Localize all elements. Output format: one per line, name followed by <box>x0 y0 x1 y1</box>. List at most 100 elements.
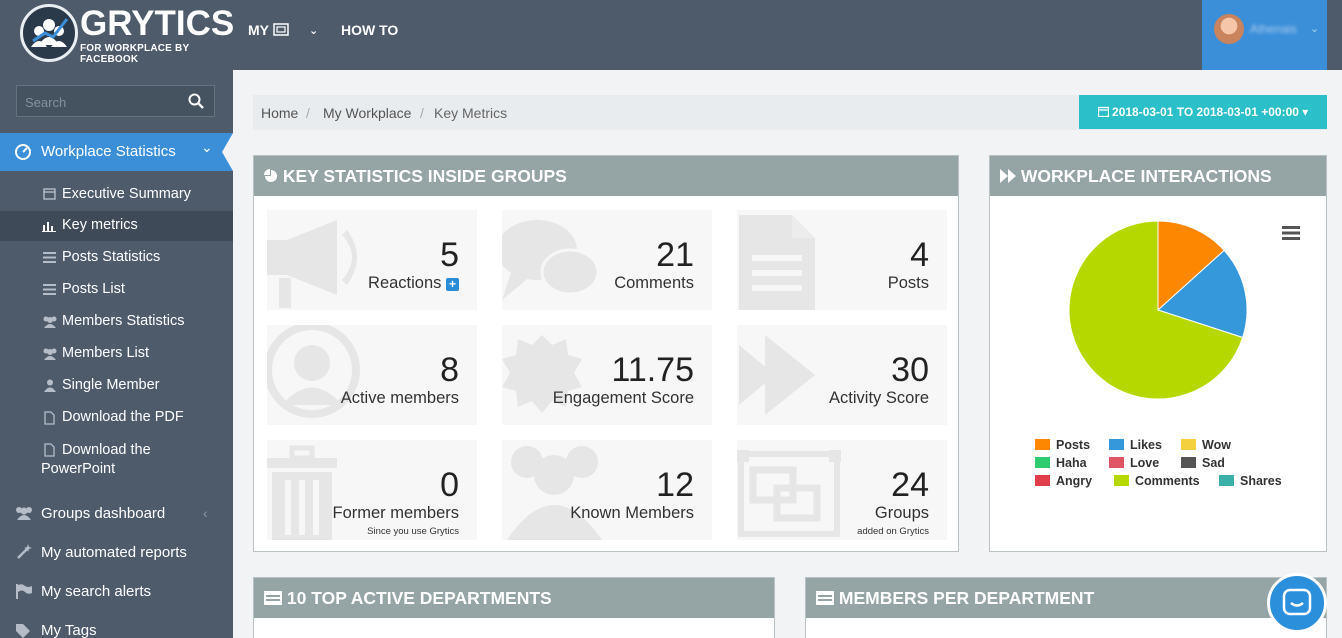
stat-tile-former-members: 0 Former members Since you use Grytics <box>267 440 477 540</box>
legend-swatch <box>1109 457 1124 468</box>
nav-how-to[interactable]: HOW TO <box>341 22 398 38</box>
stat-value: 21 <box>656 236 694 274</box>
interactions-pie-chart <box>1068 221 1248 400</box>
chevron-down-icon: ⌄ <box>201 139 213 155</box>
legend-item-wow[interactable]: Wow <box>1181 438 1231 452</box>
calendar-icon <box>1097 106 1109 118</box>
sidebar-item-automated-reports[interactable]: My automated reports <box>0 539 233 573</box>
sidebar-subitem-label: Executive Summary <box>62 186 191 202</box>
table-icon <box>264 591 282 605</box>
top-bar: GRYTICS FOR WORKPLACE BY FACEBOOK MY ⌄ H… <box>0 0 1342 70</box>
legend-item-posts[interactable]: Posts <box>1035 438 1090 452</box>
legend-swatch <box>1181 439 1196 450</box>
sidebar-subitem-label: Single Member <box>62 377 160 393</box>
user-menu[interactable]: Athenais ⌄ <box>1202 0 1327 70</box>
panel-title: WORKPLACE INTERACTIONS <box>1020 166 1272 186</box>
search-icon[interactable] <box>188 93 204 109</box>
user-name: Athenais <box>1250 22 1297 36</box>
stat-value: 30 <box>891 351 929 389</box>
sidebar-subitem-members-statistics[interactable]: Members Statistics <box>0 307 233 337</box>
megaphone-icon <box>267 220 357 308</box>
sidebar-subitem-members-list[interactable]: Members List <box>0 339 233 369</box>
sidebar-subitem-posts-statistics[interactable]: Posts Statistics <box>0 243 233 273</box>
top-active-departments-panel: 10 TOP ACTIVE DEPARTMENTS <box>253 577 775 638</box>
sidebar: Search Workplace Statistics ⌄ Executive … <box>0 70 233 638</box>
sidebar-subitem-posts-list[interactable]: Posts List <box>0 275 233 305</box>
logo-icon <box>20 4 78 62</box>
nav-my-label: MY <box>248 22 269 38</box>
panel-header: KEY STATISTICS INSIDE GROUPS <box>254 156 958 196</box>
groups-icon <box>16 507 32 520</box>
stat-note: Since you use Grytics <box>367 526 459 537</box>
stat-tile-known-members: 12 Known Members <box>502 440 712 540</box>
search-input[interactable]: Search <box>16 85 215 117</box>
sidebar-item-groups-dashboard[interactable]: Groups dashboard ‹ <box>0 500 233 534</box>
pie-chart-icon <box>264 169 277 182</box>
stat-tile-comments: 21 Comments <box>502 210 712 310</box>
breadcrumb-key-metrics: Key Metrics <box>434 105 508 121</box>
document-icon <box>739 215 815 310</box>
stat-tile-activity-score: 30 Activity Score <box>737 325 947 425</box>
sidebar-item-label: Workplace Statistics <box>41 143 176 160</box>
date-range-button[interactable]: 2018-03-01 TO 2018-03-01 +00:00 ▾ <box>1079 95 1327 129</box>
legend-item-angry[interactable]: Angry <box>1035 474 1092 488</box>
legend-item-likes[interactable]: Likes <box>1109 438 1162 452</box>
chevron-left-icon: ‹ <box>203 505 208 521</box>
stat-tile-reactions: 5 Reactions + <box>267 210 477 310</box>
panel-title: MEMBERS PER DEPARTMENT <box>838 588 1095 608</box>
legend-item-love[interactable]: Love <box>1109 456 1159 470</box>
stat-label: Comments <box>614 274 694 292</box>
sidebar-item-workplace-statistics[interactable]: Workplace Statistics ⌄ <box>0 133 233 171</box>
bar-chart-icon <box>42 222 56 232</box>
legend-item-shares[interactable]: Shares <box>1219 474 1282 488</box>
workplace-icon <box>272 23 289 36</box>
breadcrumb-my-workplace[interactable]: My Workplace <box>323 105 411 121</box>
date-range-label: 2018-03-01 TO 2018-03-01 +00:00 <box>1112 105 1299 119</box>
sidebar-item-label: My automated reports <box>41 544 187 561</box>
legend-swatch <box>1109 439 1124 450</box>
legend-label: Likes <box>1130 438 1162 452</box>
sidebar-item-my-tags[interactable]: My Tags <box>0 617 233 638</box>
legend-label: Shares <box>1240 474 1282 488</box>
users-icon <box>43 316 57 328</box>
wand-icon <box>17 544 32 559</box>
table-icon <box>816 591 834 605</box>
stat-label: Engagement Score <box>552 389 694 407</box>
sidebar-subitem-key-metrics[interactable]: Key metrics <box>0 211 233 241</box>
sidebar-subitem-label: Download the PDF <box>62 409 184 425</box>
sidebar-subitem-download-powerpoint[interactable]: Download the PowerPoint <box>0 435 233 485</box>
stat-label: Posts <box>887 274 929 292</box>
breadcrumb-home[interactable]: Home <box>261 105 298 121</box>
sidebar-subitem-label: Members Statistics <box>62 313 185 329</box>
brand-subtitle: FOR WORKPLACE BY FACEBOOK <box>80 43 190 65</box>
sidebar-subitem-single-member[interactable]: Single Member <box>0 371 233 401</box>
panel-header: MEMBERS PER DEPARTMENT <box>806 578 1326 618</box>
workplace-interactions-panel: WORKPLACE INTERACTIONS Posts Likes Wow H… <box>989 155 1327 552</box>
sidebar-subitem-label: Posts Statistics <box>62 249 161 265</box>
legend-item-haha[interactable]: Haha <box>1035 456 1087 470</box>
nav-my-dropdown-icon[interactable]: ⌄ <box>309 24 318 37</box>
chat-icon <box>1282 588 1312 616</box>
trash-icon <box>267 445 337 540</box>
users-icon <box>43 348 57 360</box>
flag-icon <box>16 584 32 599</box>
stat-tile-groups: 24 Groups added on Grytics <box>737 440 947 540</box>
stat-label: Groups <box>874 504 929 522</box>
avatar <box>1214 14 1244 44</box>
sidebar-item-label: Groups dashboard <box>41 505 166 522</box>
brand-name: GRYTICS <box>80 4 235 43</box>
chat-launcher-button[interactable] <box>1267 573 1327 633</box>
plus-square-icon[interactable]: + <box>446 278 459 291</box>
stat-label-text: Reactions <box>368 274 442 292</box>
sidebar-subitem-download-pdf[interactable]: Download the PDF <box>0 403 233 433</box>
sidebar-subitem-executive-summary[interactable]: Executive Summary <box>0 180 233 210</box>
nav-my[interactable]: MY <box>248 22 289 38</box>
legend-item-sad[interactable]: Sad <box>1181 456 1225 470</box>
sidebar-item-search-alerts[interactable]: My search alerts <box>0 578 233 612</box>
grytics-logo[interactable]: GRYTICS FOR WORKPLACE BY FACEBOOK <box>18 3 234 65</box>
legend-swatch <box>1181 457 1196 468</box>
legend-swatch <box>1114 475 1129 486</box>
caret-down-icon: ▾ <box>1302 105 1309 119</box>
panel-title: 10 TOP ACTIVE DEPARTMENTS <box>286 588 552 608</box>
legend-item-comments[interactable]: Comments <box>1114 474 1200 488</box>
